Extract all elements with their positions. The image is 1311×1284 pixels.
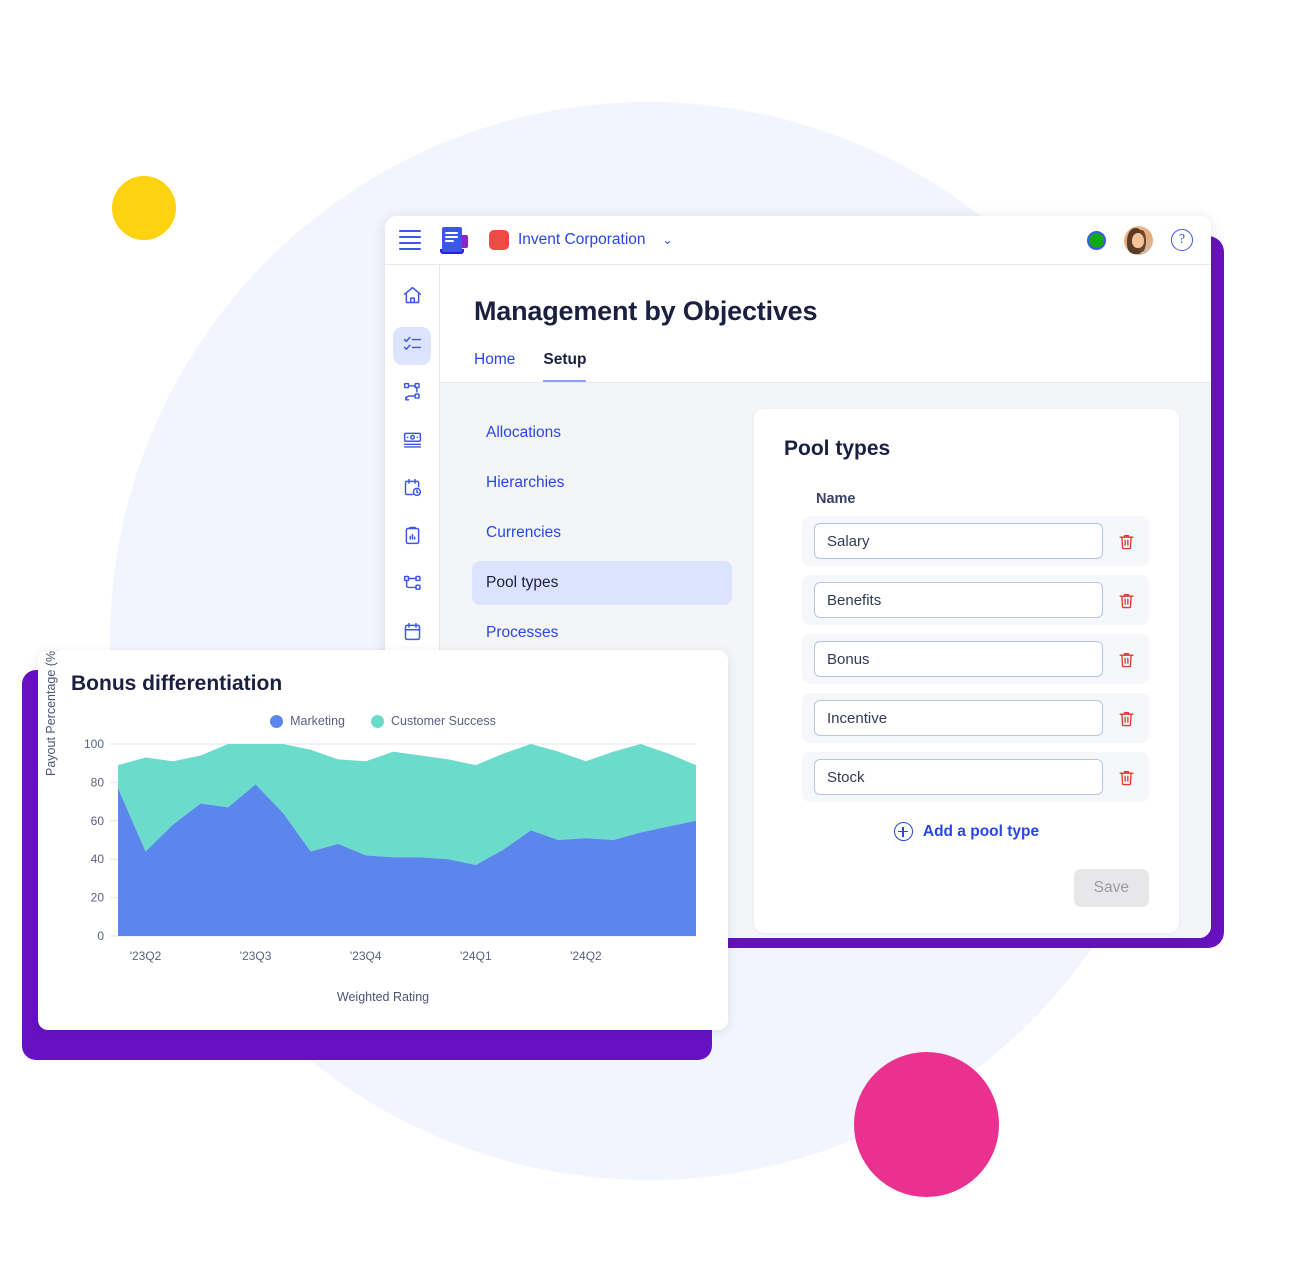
svg-text:100: 100 bbox=[84, 737, 104, 751]
top-bar: Invent Corporation ⌄ ? bbox=[385, 216, 1211, 265]
svg-text:'24Q1: '24Q1 bbox=[460, 949, 492, 963]
svg-text:'23Q3: '23Q3 bbox=[240, 949, 272, 963]
legend-swatch-customer-success bbox=[370, 714, 384, 728]
calendar-icon bbox=[402, 621, 423, 647]
screenshot-stage: Invent Corporation ⌄ ? Management by Obj… bbox=[0, 0, 1311, 1284]
svg-text:60: 60 bbox=[91, 814, 105, 828]
background-dot-pink bbox=[854, 1052, 999, 1197]
status-online-icon[interactable] bbox=[1087, 230, 1106, 250]
payments-card-icon bbox=[402, 429, 423, 455]
hamburger-icon[interactable] bbox=[399, 230, 421, 250]
column-header-name: Name bbox=[816, 491, 856, 507]
legend-label-marketing: Marketing bbox=[290, 714, 345, 728]
clipboard-report-icon bbox=[402, 525, 423, 551]
org-avatar-icon bbox=[489, 230, 509, 250]
rail-item-reports[interactable] bbox=[393, 519, 431, 557]
table-row bbox=[802, 752, 1149, 802]
pool-type-input-benefits[interactable] bbox=[814, 582, 1103, 618]
pool-type-input-incentive[interactable] bbox=[814, 700, 1103, 736]
rail-item-calendar[interactable] bbox=[393, 615, 431, 653]
svg-text:'23Q2: '23Q2 bbox=[130, 949, 162, 963]
rail-item-org-structure[interactable] bbox=[393, 375, 431, 413]
add-pool-type-label: Add a pool type bbox=[922, 822, 1040, 840]
legend-item-customer-success[interactable]: Customer Success bbox=[370, 714, 496, 728]
svg-text:'23Q4: '23Q4 bbox=[350, 949, 382, 963]
pool-type-input-salary[interactable] bbox=[814, 523, 1103, 559]
legend-item-marketing[interactable]: Marketing bbox=[270, 714, 345, 728]
chart-plot-area: Payout Percentage (%) 0 20 40 60 80 100 '23Q2 '… bbox=[44, 650, 710, 1004]
trash-icon[interactable] bbox=[1113, 646, 1139, 672]
tab-bar: Home Setup bbox=[440, 327, 1211, 383]
org-switcher[interactable]: Invent Corporation ⌄ bbox=[489, 230, 673, 250]
pool-types-card: Pool types Name Salary Benefits Bonus In… bbox=[754, 409, 1179, 933]
nav-item-pool-types[interactable]: Pool types bbox=[472, 561, 732, 605]
nav-item-hierarchies[interactable]: Hierarchies bbox=[472, 461, 732, 505]
svg-text:80: 80 bbox=[91, 775, 105, 789]
rail-item-workflow[interactable] bbox=[393, 567, 431, 605]
workflow-nodes-icon bbox=[402, 573, 423, 599]
rail-item-payments[interactable] bbox=[393, 423, 431, 461]
help-icon[interactable]: ? bbox=[1171, 229, 1193, 251]
rail-item-home[interactable] bbox=[393, 279, 431, 317]
table-row bbox=[802, 575, 1149, 625]
chart-legend: Marketing Customer Success bbox=[56, 714, 710, 728]
top-bar-actions: ? bbox=[1087, 225, 1193, 255]
card-footer: Save bbox=[784, 869, 1149, 907]
nav-item-processes[interactable]: Processes bbox=[472, 611, 732, 655]
trash-icon[interactable] bbox=[1113, 528, 1139, 554]
chevron-down-icon[interactable]: ⌄ bbox=[663, 234, 673, 246]
svg-text:'24Q2: '24Q2 bbox=[570, 949, 602, 963]
pool-type-input-bonus[interactable] bbox=[814, 641, 1103, 677]
add-pool-type-button[interactable]: Add a pool type bbox=[784, 822, 1149, 841]
user-avatar[interactable] bbox=[1124, 225, 1153, 255]
chart-card: Bonus differentiation Marketing Customer… bbox=[38, 650, 728, 1030]
tab-home[interactable]: Home bbox=[474, 351, 515, 382]
rail-item-schedule[interactable] bbox=[393, 471, 431, 509]
table-row bbox=[802, 634, 1149, 684]
trash-icon[interactable] bbox=[1113, 705, 1139, 731]
plus-circle-icon bbox=[893, 822, 913, 841]
chart-title: Bonus differentiation bbox=[71, 672, 283, 695]
org-structure-icon bbox=[402, 381, 423, 407]
background-dot-yellow bbox=[112, 176, 176, 240]
nav-item-allocations[interactable]: Allocations bbox=[472, 411, 732, 455]
card-title: Pool types bbox=[784, 437, 891, 460]
org-name-label: Invent Corporation bbox=[518, 231, 646, 248]
trash-icon[interactable] bbox=[1113, 764, 1139, 790]
page-title: Management by Objectives bbox=[474, 296, 818, 326]
legend-label-customer-success: Customer Success bbox=[390, 714, 496, 728]
trash-icon[interactable] bbox=[1113, 587, 1139, 613]
legend-swatch-marketing bbox=[270, 714, 284, 728]
save-button[interactable]: Save bbox=[1073, 869, 1149, 907]
area-chart-svg: 0 20 40 60 80 100 '23Q2 '23Q3 '23Q4 '24Q1 '24Q2 bbox=[84, 737, 696, 963]
rail-item-tasks[interactable] bbox=[393, 327, 431, 365]
x-axis-label: Weighted Rating bbox=[336, 990, 430, 1004]
tasks-checklist-icon bbox=[402, 333, 423, 359]
calendar-clock-icon bbox=[402, 477, 423, 503]
pool-type-input-stock[interactable] bbox=[814, 759, 1103, 795]
table-row bbox=[802, 516, 1149, 566]
svg-text:20: 20 bbox=[91, 891, 105, 905]
svg-text:40: 40 bbox=[91, 852, 105, 866]
nav-item-currencies[interactable]: Currencies bbox=[472, 511, 732, 555]
y-axis-label: Payout Percentage (%) bbox=[44, 650, 58, 776]
app-logo-icon[interactable] bbox=[440, 226, 470, 254]
tab-setup[interactable]: Setup bbox=[543, 351, 587, 382]
table-row bbox=[802, 693, 1149, 743]
svg-text:0: 0 bbox=[97, 929, 104, 943]
home-icon bbox=[402, 285, 423, 311]
